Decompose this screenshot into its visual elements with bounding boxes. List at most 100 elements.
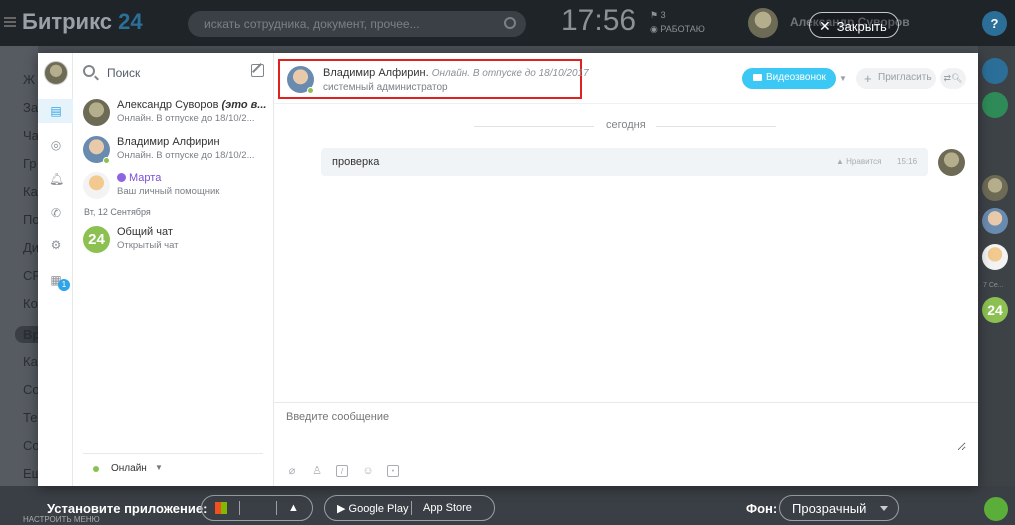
- vacation-status-icon: [103, 157, 110, 164]
- right-general-chat-avatar[interactable]: 24: [982, 297, 1008, 323]
- portal-logo[interactable]: Битрикс 24: [22, 9, 143, 35]
- google-play-link[interactable]: ▶ Google Play: [337, 502, 408, 515]
- bot-icon: [117, 173, 126, 182]
- dialog-header[interactable]: Владимир Алфирин. Онлайн. В отпуске до 1…: [278, 59, 589, 99]
- recent-item-name: Владимир Алфирин: [117, 136, 220, 148]
- menu-icon[interactable]: [4, 17, 16, 27]
- left-menu-item: Ж: [23, 72, 36, 87]
- left-menu-item: Те: [23, 410, 38, 425]
- right-date-label: 7 Се...: [983, 282, 1004, 289]
- plus-icon: +: [864, 71, 872, 86]
- bell-icon[interactable]: 🔔︎: [49, 172, 64, 186]
- clock[interactable]: 17:56: [561, 4, 636, 38]
- video-call-menu-button[interactable]: ▼: [836, 68, 850, 89]
- right-contact-avatar[interactable]: [982, 175, 1008, 201]
- new-chat-icon[interactable]: [251, 64, 264, 77]
- left-menu-item: Ча: [23, 128, 39, 143]
- date-separator: Вт, 12 Сентября: [84, 207, 151, 217]
- work-status[interactable]: ⚑ 3 ◉ РАБОТАЮ: [650, 8, 705, 36]
- my-status-selector[interactable]: Онлайн ▼: [83, 453, 263, 483]
- phone-icon[interactable]: ✆: [49, 206, 63, 220]
- message-input-area: ⌀ ♙ / ☺ •: [274, 402, 978, 486]
- divider: [474, 126, 594, 127]
- message-time: 15:16: [897, 157, 918, 166]
- my-avatar[interactable]: [44, 61, 68, 85]
- phone-icon[interactable]: [984, 497, 1008, 521]
- smile-icon[interactable]: ☺: [362, 465, 374, 477]
- recent-item-name: Александр Суворов (это в...: [117, 99, 267, 111]
- portal-top-bar: Битрикс 24 искать сотрудника, документ, …: [0, 0, 1015, 46]
- day-separator-label: сегодня: [606, 119, 646, 131]
- right-contact-avatar[interactable]: [982, 244, 1008, 270]
- right-contact-avatar[interactable]: [982, 208, 1008, 234]
- recent-item-status: Ваш личный помощник: [117, 186, 220, 197]
- edit-icon[interactable]: /: [336, 465, 348, 477]
- dialog-title: Владимир Алфирин. Онлайн. В отпуске до 1…: [323, 67, 589, 79]
- gear-icon[interactable]: ⚙: [49, 238, 63, 252]
- user-icon[interactable]: ♙: [311, 465, 323, 477]
- online-dot-icon: [93, 466, 99, 472]
- recent-item-name: Общий чат: [117, 226, 173, 238]
- left-menu-item: Ка: [23, 184, 38, 199]
- app-store-link[interactable]: App Store: [423, 502, 472, 514]
- avatar: [83, 172, 110, 199]
- recent-item-status: Открытый чат: [117, 240, 179, 251]
- desktop-apps-group: ▲: [201, 495, 313, 521]
- avatar: [83, 99, 110, 126]
- recent-list: Поиск Александр Суворов (это в... Онлайн…: [73, 53, 274, 486]
- vacation-status-icon: [307, 87, 314, 94]
- divider: [411, 501, 412, 515]
- background-select[interactable]: Прозрачный: [779, 495, 899, 521]
- invite-button[interactable]: + Пригласить: [856, 68, 936, 89]
- chevron-down-icon: ▼: [155, 463, 163, 472]
- message-input[interactable]: [286, 411, 966, 451]
- mobile-apps-group: ▶ Google Play App Store: [324, 495, 495, 521]
- search-input[interactable]: Поиск: [107, 66, 140, 80]
- day-separator: сегодня: [274, 119, 978, 133]
- openlines-icon[interactable]: [982, 92, 1008, 118]
- install-app-label: Установите приложение:: [47, 501, 208, 516]
- notifications-icon[interactable]: [982, 58, 1008, 84]
- chat-icon[interactable]: ▤: [49, 104, 63, 118]
- message-author-avatar[interactable]: [938, 149, 965, 176]
- windows-icon[interactable]: [215, 502, 227, 514]
- openlines-icon[interactable]: ◎: [49, 138, 63, 152]
- like-button[interactable]: ▲ Нравится: [836, 157, 881, 166]
- portal-left-menu: Ж За Ча Гр Ка По Ди CR Ко Вр Ка Со Те Со…: [0, 46, 49, 525]
- my-status-label: Онлайн: [111, 463, 147, 474]
- help-icon[interactable]: ?: [982, 11, 1007, 36]
- close-icon: ✕: [819, 18, 831, 34]
- linux-icon[interactable]: ▲: [288, 502, 300, 514]
- dialog-status: Онлайн. В отпуске до 18/10/2017: [431, 68, 589, 79]
- apple-icon[interactable]: [251, 502, 263, 514]
- dialog-panel: Владимир Алфирин. Онлайн. В отпуске до 1…: [274, 53, 978, 486]
- message-text: проверка: [332, 156, 380, 168]
- recent-item-suvorov[interactable]: Александр Суворов (это в... Онлайн. В от…: [73, 96, 273, 136]
- file-icon[interactable]: •: [387, 465, 399, 477]
- dialog-position: системный администратор: [323, 82, 448, 93]
- messenger-rail: ▤ ◎ 🔔︎ ✆ ⚙ ▦ 1: [38, 53, 73, 486]
- recent-item-status: Онлайн. В отпуске до 18/10/2...: [117, 113, 255, 124]
- history-search-button[interactable]: ⇄🔍︎: [940, 68, 966, 89]
- divider: [274, 103, 978, 104]
- recent-item-general-chat[interactable]: 24 Общий чат Открытый чат: [73, 223, 273, 263]
- recent-item-marta[interactable]: Марта Ваш личный помощник: [73, 169, 273, 209]
- left-menu-item: Гр: [23, 156, 37, 171]
- portal-search-input[interactable]: искать сотрудника, документ, прочее...: [188, 11, 526, 37]
- left-menu-item: За: [23, 100, 39, 115]
- general-chat-avatar: 24: [83, 226, 110, 253]
- close-messenger-button[interactable]: ✕ Закрыть: [809, 12, 899, 38]
- video-call-button[interactable]: Видеозвонок: [742, 68, 836, 89]
- settings-menu-link[interactable]: НАСТРОИТЬ МЕНЮ: [23, 515, 100, 524]
- user-avatar[interactable]: [748, 8, 778, 38]
- message-bubble[interactable]: проверка ▲ Нравится 15:16: [321, 148, 928, 176]
- recent-search[interactable]: Поиск: [83, 64, 264, 81]
- attach-icon[interactable]: ⌀: [286, 465, 298, 477]
- left-menu-item: Ди: [23, 240, 40, 255]
- chevron-down-icon: [880, 506, 888, 511]
- left-menu-item: Ка: [23, 354, 38, 369]
- divider: [239, 501, 240, 515]
- divider: [656, 126, 776, 127]
- recent-item-alfirin[interactable]: Владимир Алфирин Онлайн. В отпуске до 18…: [73, 133, 273, 173]
- messenger-popup: ▤ ◎ 🔔︎ ✆ ⚙ ▦ 1 Поиск Александр Суворов (…: [38, 53, 978, 486]
